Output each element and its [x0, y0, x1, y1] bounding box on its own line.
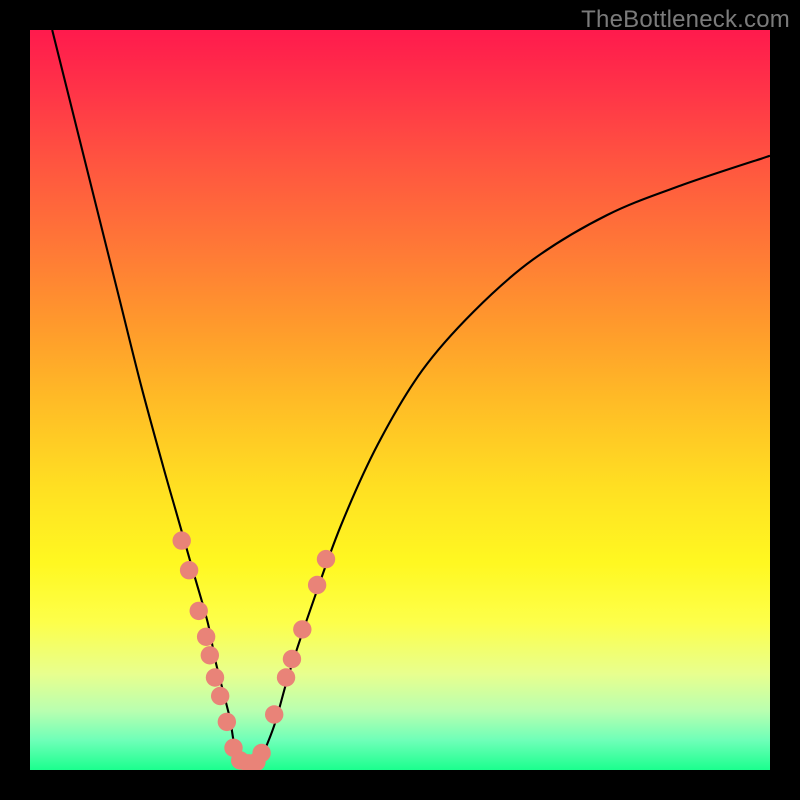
highlight-dot — [283, 650, 301, 668]
highlight-dot — [180, 561, 198, 579]
highlight-dot — [252, 744, 270, 762]
highlight-dot — [277, 668, 295, 686]
highlight-dot — [197, 628, 215, 646]
plot-frame — [30, 30, 770, 770]
watermark-text: TheBottleneck.com — [581, 6, 790, 34]
highlight-dot — [308, 576, 326, 594]
highlight-dot — [206, 668, 224, 686]
highlight-dot — [201, 646, 219, 664]
highlight-dot — [218, 713, 236, 731]
highlight-dot — [293, 620, 311, 638]
highlight-dot — [317, 550, 335, 568]
highlight-dot — [211, 687, 229, 705]
highlight-dot — [173, 531, 191, 549]
chart-svg — [30, 30, 770, 770]
highlight-dot — [190, 602, 208, 620]
right-curve — [259, 156, 770, 763]
highlight-dots — [173, 531, 336, 770]
highlight-dot — [265, 705, 283, 723]
